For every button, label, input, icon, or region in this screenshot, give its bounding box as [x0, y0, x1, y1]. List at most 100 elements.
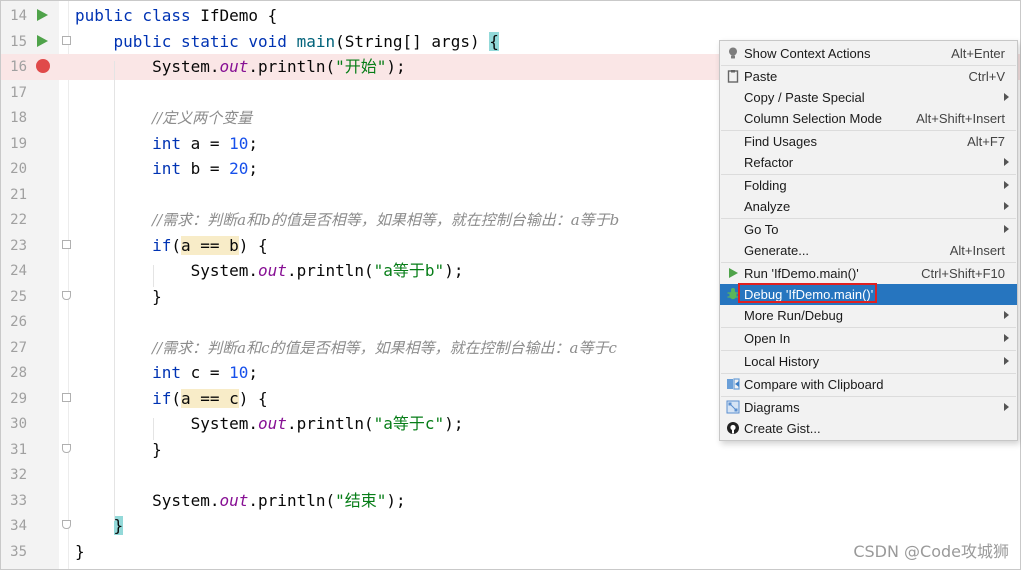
code-text: } [75, 285, 162, 309]
code-token: //定义两个变量 [152, 109, 253, 127]
fold-marker-icon[interactable] [62, 443, 71, 453]
lightbulb-icon [726, 46, 740, 60]
code-token: ); [444, 261, 464, 280]
line-number[interactable]: 28 [5, 363, 27, 383]
line-number[interactable]: 15 [5, 32, 27, 52]
line-number[interactable]: 24 [5, 261, 27, 281]
menu-item-open-in[interactable]: Open In [720, 328, 1017, 349]
code-token: ); [386, 57, 406, 76]
code-token: main [296, 31, 336, 51]
submenu-arrow-icon [1004, 311, 1009, 319]
line-number[interactable]: 32 [5, 465, 27, 485]
line-number[interactable]: 25 [5, 287, 27, 307]
submenu-arrow-icon [1004, 403, 1009, 411]
code-line[interactable]: 34 } [1, 513, 1020, 539]
code-text: System.out.println("开始"); [75, 55, 406, 79]
line-number[interactable]: 33 [5, 491, 27, 511]
menu-item-create-gist[interactable]: Create Gist... [720, 418, 1017, 439]
menu-item-go-to[interactable]: Go To [720, 219, 1017, 240]
line-number[interactable]: 31 [5, 440, 27, 460]
line-number[interactable]: 20 [5, 159, 27, 179]
line-number[interactable]: 35 [5, 542, 27, 562]
run-gutter-icon[interactable] [37, 9, 48, 21]
code-token: "结束" [335, 490, 387, 510]
code-token: System. [75, 261, 259, 280]
fold-marker-icon[interactable] [62, 290, 71, 300]
menu-item-label: Compare with Clipboard [744, 377, 884, 392]
line-number[interactable]: 14 [5, 6, 27, 26]
menu-item-column-selection-mode[interactable]: Column Selection Mode Alt+Shift+Insert [720, 108, 1017, 129]
menu-item-show-context-actions[interactable]: Show Context Actions Alt+Enter [720, 43, 1017, 64]
line-number[interactable]: 30 [5, 414, 27, 434]
submenu-arrow-icon [1004, 181, 1009, 189]
code-token: 10 [229, 133, 249, 153]
diagram-icon [726, 400, 740, 414]
menu-item-more-run-debug[interactable]: More Run/Debug [720, 305, 1017, 326]
code-token: public static void [113, 31, 297, 51]
submenu-arrow-icon [1004, 158, 1009, 166]
menu-item-label: Analyze [744, 199, 791, 214]
line-number[interactable]: 26 [5, 312, 27, 332]
menu-item-label: Diagrams [744, 400, 800, 415]
menu-item-shortcut: Alt+Shift+Insert [916, 111, 1005, 126]
code-token: out [219, 57, 249, 76]
code-token: .println( [286, 414, 374, 433]
code-line[interactable]: 14 public class IfDemo { [1, 3, 1020, 29]
line-number[interactable]: 18 [5, 108, 27, 128]
code-token: { [489, 31, 499, 51]
menu-item-compare-with-clipboard[interactable]: Compare with Clipboard [720, 374, 1017, 395]
fold-marker-icon[interactable] [62, 239, 71, 249]
menu-item-local-history[interactable]: Local History [720, 351, 1017, 372]
code-text: if(a == c) { [75, 387, 268, 411]
line-number[interactable]: 17 [5, 83, 27, 103]
code-line[interactable]: 32 [1, 462, 1020, 488]
menu-item-analyze[interactable]: Analyze [720, 196, 1017, 217]
code-token: //需求：判断a和c的值是否相等，如果相等，就在控制台输出：a等于c [152, 338, 617, 357]
menu-item-generate[interactable]: Generate... Alt+Insert [720, 240, 1017, 261]
watermark: CSDN @Code攻城狮 [853, 542, 1009, 561]
line-number[interactable]: 21 [5, 185, 27, 205]
menu-item-refactor[interactable]: Refactor [720, 152, 1017, 173]
menu-item-copy-paste-special[interactable]: Copy / Paste Special [720, 87, 1017, 108]
line-number[interactable]: 29 [5, 389, 27, 409]
line-number[interactable]: 34 [5, 516, 27, 536]
line-number[interactable]: 27 [5, 338, 27, 358]
code-token: int [152, 159, 181, 178]
menu-item-label: Go To [744, 222, 779, 237]
menu-item-diagrams[interactable]: Diagrams [720, 397, 1017, 418]
line-number[interactable]: 16 [5, 57, 27, 77]
line-number[interactable]: 22 [5, 210, 27, 230]
code-text: } [75, 540, 85, 564]
github-icon [726, 421, 740, 435]
code-token: a == c [180, 388, 239, 408]
code-token: .println( [248, 57, 336, 76]
fold-marker-icon[interactable] [62, 520, 71, 529]
line-number[interactable]: 23 [5, 236, 27, 256]
menu-item-shortcut: Ctrl+V [968, 69, 1005, 84]
menu-item-run-ifdemo-main[interactable]: Run 'IfDemo.main()' Ctrl+Shift+F10 [720, 263, 1017, 284]
code-token: out [219, 490, 249, 510]
code-token: ) { [238, 235, 268, 255]
indent-guide [153, 418, 154, 440]
code-text: //定义两个变量 [75, 106, 252, 130]
code-text: public static void main(String[] args) { [75, 30, 499, 54]
menu-item-paste[interactable]: Paste Ctrl+V [720, 66, 1017, 87]
code-token: IfDemo { [200, 6, 278, 25]
context-menu: Show Context Actions Alt+Enter Paste Ctrl+V… [719, 40, 1018, 441]
submenu-arrow-icon [1004, 202, 1009, 210]
run-gutter-icon[interactable] [37, 34, 48, 47]
breakpoint-icon[interactable] [36, 59, 50, 73]
menu-item-label: Paste [744, 69, 778, 84]
fold-marker-icon[interactable] [62, 35, 71, 45]
code-token: } [75, 286, 162, 306]
menu-item-folding[interactable]: Folding [720, 175, 1017, 196]
code-text: public class IfDemo { [75, 4, 277, 28]
line-number[interactable]: 19 [5, 134, 27, 154]
submenu-arrow-icon [1004, 225, 1009, 233]
code-line[interactable]: 33 System.out.println("结束"); [1, 488, 1020, 514]
fold-marker-icon[interactable] [62, 392, 71, 402]
code-token: a == b [180, 235, 239, 255]
menu-item-find-usages[interactable]: Find Usages Alt+F7 [720, 131, 1017, 152]
